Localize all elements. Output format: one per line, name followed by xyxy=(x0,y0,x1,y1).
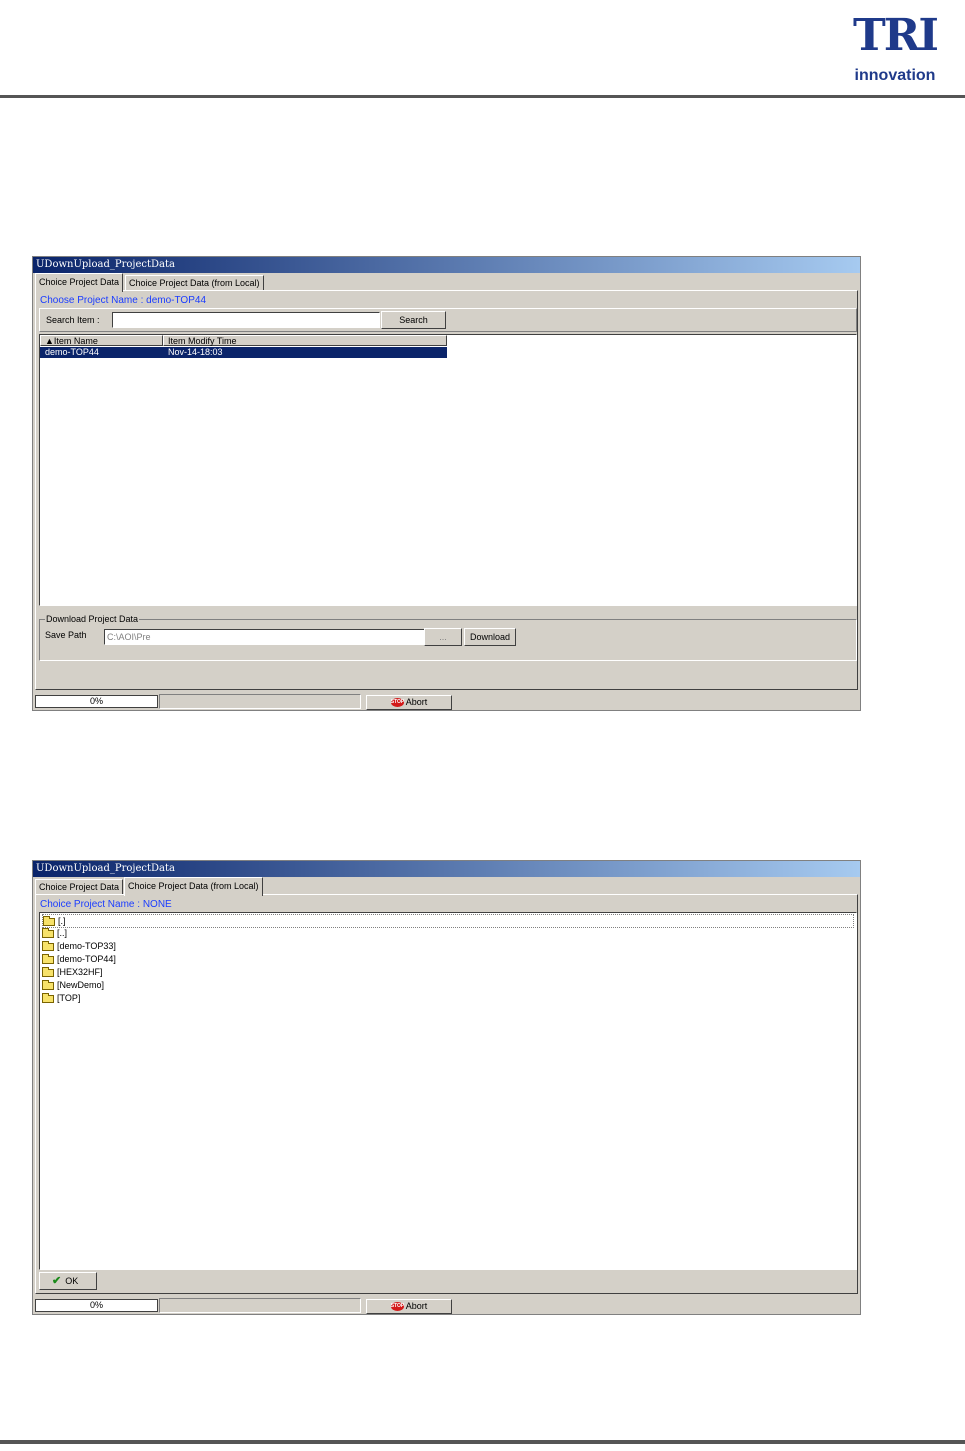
tab-panel: Choose Project Name : demo-TOP44 Search … xyxy=(35,290,858,690)
folder-icon xyxy=(42,940,54,951)
ok-button[interactable]: ✔ OK xyxy=(39,1272,97,1290)
status-pane xyxy=(159,694,361,709)
tab-choice-project-data[interactable]: Choice Project Data xyxy=(35,879,124,895)
chosen-project-label: Choose Project Name : demo-TOP44 xyxy=(40,295,207,306)
logo-subtitle: innovation xyxy=(854,67,936,84)
ok-label: OK xyxy=(65,1276,79,1286)
folder-label: [demo-TOP44] xyxy=(57,954,116,964)
header-rule xyxy=(0,95,965,98)
project-data-window-remote: UDownUpload_ProjectData Choice Project D… xyxy=(32,256,861,711)
stop-icon: STOP xyxy=(390,1302,405,1312)
search-bar: Search Item : Search xyxy=(39,308,857,332)
folder-label: [HEX32HF] xyxy=(57,967,103,977)
save-path-input[interactable]: C:\AOI\Pre xyxy=(104,629,426,645)
progress-text: 0% xyxy=(89,696,103,706)
list-item[interactable]: [demo-TOP33] xyxy=(42,940,116,952)
search-button[interactable]: Search xyxy=(381,311,446,329)
status-pane xyxy=(159,1298,361,1313)
search-input[interactable] xyxy=(112,312,380,328)
folder-tree[interactable]: [.] [..] [demo-TOP33] [demo-TOP44] [HEX3… xyxy=(39,912,857,1270)
abort-label: Abort xyxy=(405,1301,428,1311)
status-bar: 0% STOPAbort xyxy=(33,1296,860,1314)
group-title: Download Project Data xyxy=(45,614,140,624)
browse-button[interactable]: ... xyxy=(424,628,462,646)
tab-choice-project-data-local[interactable]: Choice Project Data (from Local) xyxy=(124,877,263,896)
window-titlebar[interactable]: UDownUpload_ProjectData xyxy=(33,257,860,273)
folder-icon xyxy=(42,953,54,964)
table-row[interactable]: demo-TOP44 Nov-14-18:03 xyxy=(40,347,447,358)
window-titlebar[interactable]: UDownUpload_ProjectData xyxy=(33,861,860,877)
folder-label: [TOP] xyxy=(57,993,81,1003)
abort-button[interactable]: STOPAbort xyxy=(366,695,452,710)
folder-icon xyxy=(42,979,54,990)
tab-choice-project-data-local[interactable]: Choice Project Data (from Local) xyxy=(125,275,264,291)
list-item[interactable]: [NewDemo] xyxy=(42,979,104,991)
progress-bar: 0% xyxy=(35,695,158,708)
folder-label: [demo-TOP33] xyxy=(57,941,116,951)
folder-icon xyxy=(42,992,54,1003)
list-item[interactable]: [demo-TOP44] xyxy=(42,953,116,965)
search-label: Search Item : xyxy=(46,315,100,325)
list-item[interactable]: [..] xyxy=(42,927,67,939)
row-item-time: Nov-14-18:03 xyxy=(168,347,223,357)
folder-label: [.] xyxy=(58,916,66,926)
save-path-label: Save Path xyxy=(45,630,87,640)
progress-bar: 0% xyxy=(35,1299,158,1312)
folder-icon xyxy=(43,915,55,926)
abort-label: Abort xyxy=(405,697,428,707)
abort-button[interactable]: STOPAbort xyxy=(366,1299,452,1314)
project-list[interactable]: ▲Item Name Item Modify Time demo-TOP44 N… xyxy=(39,334,857,606)
stop-icon: STOP xyxy=(390,698,405,708)
folder-icon xyxy=(42,927,54,938)
folder-label: [NewDemo] xyxy=(57,980,105,990)
column-header-item-modify-time[interactable]: Item Modify Time xyxy=(163,335,447,346)
list-item[interactable]: [TOP] xyxy=(42,992,80,1004)
logo-name: TRI xyxy=(853,10,939,61)
tri-logo: TRI innovation xyxy=(850,6,940,90)
list-item[interactable]: [HEX32HF] xyxy=(42,966,103,978)
chosen-project-label: Choice Project Name : NONE xyxy=(40,899,172,910)
row-item-name: demo-TOP44 xyxy=(45,347,99,357)
checkmark-icon: ✔ xyxy=(52,1275,62,1287)
tab-choice-project-data[interactable]: Choice Project Data xyxy=(35,273,124,292)
folder-label: [..] xyxy=(57,928,68,938)
tab-panel: Choice Project Name : NONE [.] [..] [dem… xyxy=(35,894,858,1294)
download-button[interactable]: Download xyxy=(464,628,516,646)
project-data-window-local: UDownUpload_ProjectData Choice Project D… xyxy=(32,860,861,1315)
list-item[interactable]: [.] xyxy=(42,914,854,928)
download-project-group: Download Project Data Save Path C:\AOI\P… xyxy=(39,614,857,661)
column-header-item-name[interactable]: ▲Item Name xyxy=(40,335,163,346)
footer-rule xyxy=(0,1440,965,1444)
folder-icon xyxy=(42,966,54,977)
progress-text: 0% xyxy=(89,1300,103,1310)
status-bar: 0% STOPAbort xyxy=(33,692,860,710)
